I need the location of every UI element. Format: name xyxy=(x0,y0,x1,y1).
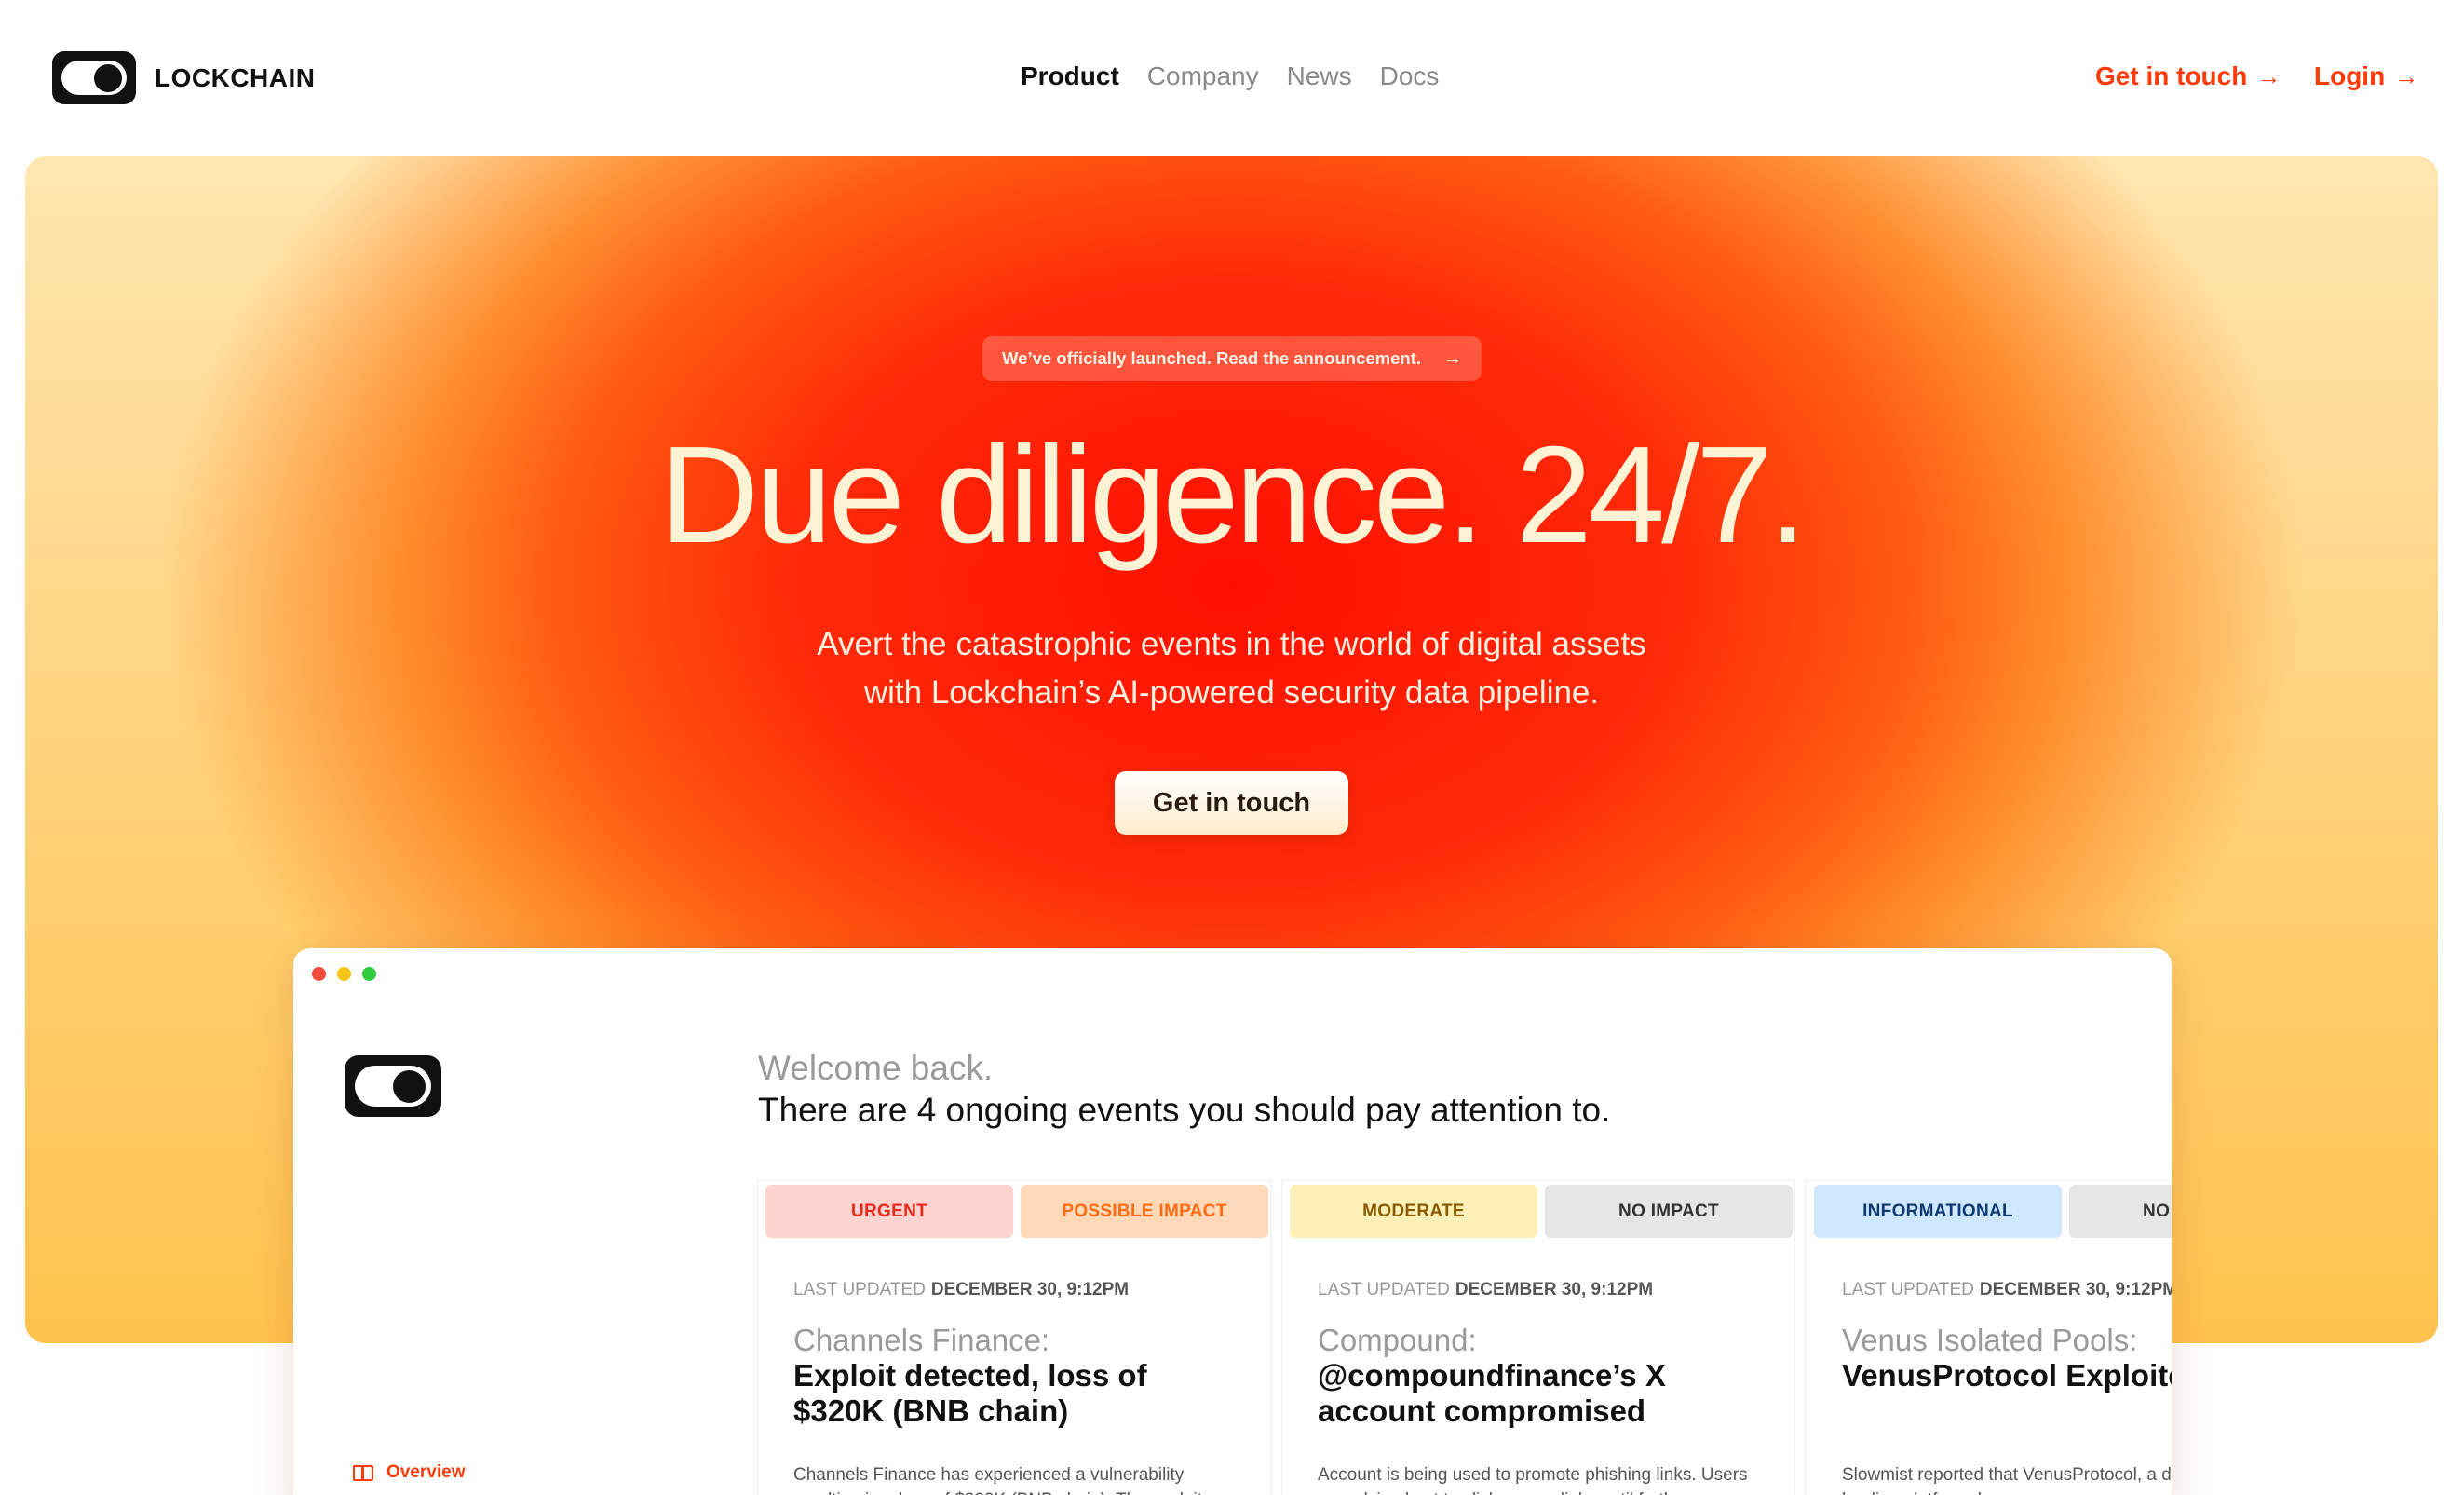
welcome-text: Welcome back. xyxy=(758,1049,994,1087)
app-toggle-logo-icon xyxy=(345,1055,441,1117)
hero-subtitle: Avert the catastrophic events in the wor… xyxy=(25,620,2438,717)
event-title: @compoundfinance’s X account compromised xyxy=(1318,1358,1666,1428)
event-card[interactable]: MODERATE NO IMPACT LAST UPDATED DECEMBER … xyxy=(1282,1181,1794,1495)
last-updated-value: DECEMBER 30, 9:12PM xyxy=(930,1280,1130,1299)
toggle-logo-icon xyxy=(52,51,136,104)
event-description: Slowmist reported that VenusProtocol, a … xyxy=(1842,1465,2172,1495)
event-project: Compound: xyxy=(1318,1323,1477,1357)
severity-tag[interactable]: INFORMATIONAL xyxy=(1814,1185,2062,1238)
last-updated-value: DECEMBER 30, 9:12PM xyxy=(1979,1280,2172,1299)
last-updated-label: LAST UPDATED xyxy=(1318,1280,1450,1299)
minimize-dot-icon xyxy=(337,967,351,981)
hero-get-in-touch-button[interactable]: Get in touch xyxy=(1115,771,1348,835)
last-updated-label: LAST UPDATED xyxy=(793,1280,926,1299)
severity-tag[interactable]: URGENT xyxy=(765,1185,1013,1238)
last-updated-value: DECEMBER 30, 9:12PM xyxy=(1455,1280,1654,1299)
nav-item-docs[interactable]: Docs xyxy=(1380,61,1440,91)
impact-tag[interactable]: POSSIBLE IMPACT xyxy=(1021,1185,1268,1238)
last-updated-label: LAST UPDATED xyxy=(1842,1280,1974,1299)
last-updated: LAST UPDATED DECEMBER 30, 9:12PM xyxy=(1318,1280,1653,1300)
announcement-pill[interactable]: We’ve officially launched. Read the anno… xyxy=(982,336,1482,381)
hero-title: Due diligence. 24/7. xyxy=(659,418,1807,572)
hero-subtitle-line-2: with Lockchain’s AI-powered security dat… xyxy=(863,674,1600,711)
book-icon xyxy=(353,1464,373,1481)
top-nav: LOCKCHAIN Product Company News Docs Get … xyxy=(0,0,2464,156)
nav-get-in-touch-link[interactable]: Get in touch → xyxy=(2095,61,2281,91)
impact-tag[interactable]: NO IMPACT xyxy=(2069,1185,2172,1238)
event-project: Venus Isolated Pools: xyxy=(1842,1323,2138,1357)
arrow-right-icon: → xyxy=(2394,61,2419,90)
event-description: Account is being used to promote phishin… xyxy=(1318,1465,1748,1495)
event-card[interactable]: INFORMATIONAL NO IMPACT LAST UPDATED DECE… xyxy=(1807,1181,2172,1495)
nav-login-label: Login xyxy=(2314,61,2386,90)
nav-item-news[interactable]: News xyxy=(1287,61,1352,91)
arrow-right-icon: → xyxy=(2256,61,2281,90)
arrow-right-icon: → xyxy=(1442,347,1462,369)
sidebar-item-label: Overview xyxy=(386,1462,466,1482)
event-tags: MODERATE NO IMPACT xyxy=(1290,1185,1793,1238)
severity-tag[interactable]: MODERATE xyxy=(1290,1185,1537,1238)
brand-logo[interactable]: LOCKCHAIN xyxy=(52,51,316,104)
event-title: Exploit detected, loss of $320K (BNB cha… xyxy=(793,1358,1147,1428)
close-dot-icon xyxy=(312,967,326,981)
window-controls xyxy=(312,967,376,981)
maximize-dot-icon xyxy=(362,967,376,981)
sidebar-item-overview[interactable]: Overview xyxy=(353,1462,466,1483)
impact-tag[interactable]: NO IMPACT xyxy=(1545,1185,1793,1238)
nav-links: Product Company News Docs xyxy=(1021,61,1439,91)
event-tags: URGENT POSSIBLE IMPACT xyxy=(765,1185,1268,1238)
nav-item-company[interactable]: Company xyxy=(1147,61,1259,91)
hero-subtitle-line-1: Avert the catastrophic events in the wor… xyxy=(817,626,1646,662)
app-preview-window: Overview Welcome back. There are 4 ongoi… xyxy=(293,948,2172,1495)
nav-get-in-touch-label: Get in touch xyxy=(2095,61,2248,90)
nav-login-link[interactable]: Login → xyxy=(2314,61,2418,91)
last-updated: LAST UPDATED DECEMBER 30, 9:12PM xyxy=(793,1280,1129,1300)
last-updated: LAST UPDATED DECEMBER 30, 9:12PM xyxy=(1842,1280,2172,1300)
event-title: VenusProtocol Exploited xyxy=(1842,1358,2172,1393)
event-description: Channels Finance has experienced a vulne… xyxy=(793,1465,1202,1495)
event-tags: INFORMATIONAL NO IMPACT xyxy=(1814,1185,2172,1238)
brand-name: LOCKCHAIN xyxy=(155,62,316,92)
nav-item-product[interactable]: Product xyxy=(1021,61,1119,91)
event-project: Channels Finance: xyxy=(793,1323,1050,1357)
events-headline: There are 4 ongoing events you should pa… xyxy=(758,1091,1611,1129)
announcement-text: We’ve officially launched. Read the anno… xyxy=(1002,348,1421,368)
event-card[interactable]: URGENT POSSIBLE IMPACT LAST UPDATED DECEM… xyxy=(758,1181,1270,1495)
